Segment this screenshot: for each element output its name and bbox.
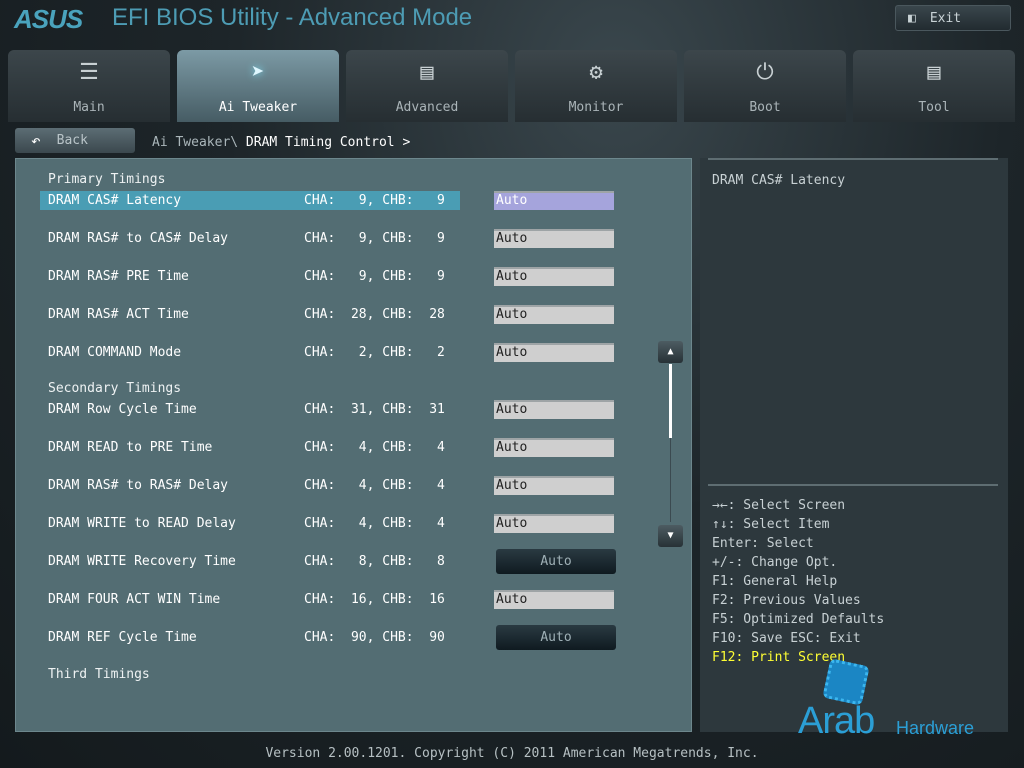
channel-values: CHA: 2, CHB: 2	[304, 343, 445, 362]
toolbox-icon: ▤	[853, 60, 1015, 90]
scroll-down-button[interactable]: ▼	[658, 525, 683, 547]
channel-values: CHA: 9, CHB: 9	[304, 191, 445, 210]
setting-input[interactable]: Auto	[494, 343, 614, 362]
key-hint: ↑↓: Select Item	[712, 515, 884, 534]
tab-label: Advanced	[346, 100, 508, 115]
channel-values: CHA: 9, CHB: 9	[304, 267, 445, 286]
setting-label: DRAM WRITE Recovery Time	[48, 554, 236, 569]
help-text: DRAM CAS# Latency	[712, 173, 845, 188]
power-icon: ⏻	[684, 60, 846, 90]
section-heading: Secondary Timings	[48, 381, 181, 396]
asus-logo: ASUS	[14, 4, 82, 35]
back-button[interactable]: ↶ Back	[15, 128, 135, 153]
setting-label: DRAM RAS# ACT Time	[48, 307, 189, 322]
key-hint: F5: Optimized Defaults	[712, 610, 884, 629]
setting-input[interactable]: Auto	[494, 476, 614, 495]
setting-button[interactable]: Auto	[496, 625, 616, 650]
section-heading: Third Timings	[48, 667, 150, 682]
tab-label: Tool	[853, 100, 1015, 115]
key-hint: F2: Previous Values	[712, 591, 884, 610]
setting-row[interactable]: DRAM RAS# to RAS# Delay CHA: 4, CHB: 4	[40, 476, 460, 495]
chip-icon	[822, 658, 869, 705]
setting-input[interactable]: Auto	[494, 590, 614, 609]
tab-label: Main	[8, 100, 170, 115]
back-label: Back	[57, 133, 88, 148]
setting-label: DRAM RAS# to CAS# Delay	[48, 231, 228, 246]
setting-input[interactable]: Auto	[494, 267, 614, 286]
back-arrow-icon: ↶	[31, 131, 41, 150]
setting-row[interactable]: DRAM RAS# ACT Time CHA: 28, CHB: 28	[40, 305, 460, 324]
setting-label: DRAM RAS# PRE Time	[48, 269, 189, 284]
setting-row[interactable]: DRAM REF Cycle Time CHA: 90, CHB: 90	[40, 628, 460, 647]
setting-row[interactable]: DRAM Row Cycle Time CHA: 31, CHB: 31	[40, 400, 460, 419]
section-heading: Primary Timings	[48, 172, 165, 187]
setting-row[interactable]: DRAM FOUR ACT WIN Time CHA: 16, CHB: 16	[40, 590, 460, 609]
window-title: EFI BIOS Utility - Advanced Mode	[112, 4, 472, 32]
setting-row[interactable]: DRAM RAS# to CAS# Delay CHA: 9, CHB: 9	[40, 229, 460, 248]
setting-label: DRAM REF Cycle Time	[48, 630, 197, 645]
channel-values: CHA: 8, CHB: 8	[304, 552, 445, 571]
tab-label: Boot	[684, 100, 846, 115]
setting-label: DRAM Row Cycle Time	[48, 402, 197, 417]
channel-values: CHA: 4, CHB: 4	[304, 438, 445, 457]
tab-tool[interactable]: ▤ Tool	[853, 50, 1015, 122]
breadcrumb-current: DRAM Timing Control >	[246, 135, 410, 150]
setting-label: DRAM CAS# Latency	[48, 193, 181, 208]
breadcrumb: Ai Tweaker\ DRAM Timing Control >	[152, 135, 410, 150]
key-legend: →←: Select Screen↑↓: Select ItemEnter: S…	[712, 496, 884, 667]
key-hint: →←: Select Screen	[712, 496, 884, 515]
setting-row[interactable]: DRAM COMMAND Mode CHA: 2, CHB: 2	[40, 343, 460, 362]
setting-row[interactable]: DRAM CAS# Latency CHA: 9, CHB: 9	[40, 191, 460, 210]
tab-ai-tweaker[interactable]: ➤ Ai Tweaker	[177, 50, 339, 122]
setting-input[interactable]: Auto	[494, 229, 614, 248]
exit-button[interactable]: ◧ Exit	[895, 5, 1011, 31]
scrollbar-track[interactable]	[670, 438, 671, 522]
setting-row[interactable]: DRAM READ to PRE Time CHA: 4, CHB: 4	[40, 438, 460, 457]
setting-button[interactable]: Auto	[496, 549, 616, 574]
tab-main[interactable]: ☰ Main	[8, 50, 170, 122]
channel-values: CHA: 90, CHB: 90	[304, 628, 445, 647]
setting-label: DRAM FOUR ACT WIN Time	[48, 592, 220, 607]
setting-input[interactable]: Auto	[494, 438, 614, 457]
setting-input[interactable]: Auto	[494, 191, 614, 210]
key-hint: Enter: Select	[712, 534, 884, 553]
setting-label: DRAM COMMAND Mode	[48, 345, 181, 360]
channel-values: CHA: 9, CHB: 9	[304, 229, 445, 248]
settings-info-icon: ▤	[346, 60, 508, 90]
channel-values: CHA: 16, CHB: 16	[304, 590, 445, 609]
channel-values: CHA: 28, CHB: 28	[304, 305, 445, 324]
tab-monitor[interactable]: ⚙ Monitor	[515, 50, 677, 122]
setting-row[interactable]: DRAM WRITE to READ Delay CHA: 4, CHB: 4	[40, 514, 460, 533]
footer-copyright: Version 2.00.1201. Copyright (C) 2011 Am…	[0, 746, 1024, 761]
setting-input[interactable]: Auto	[494, 400, 614, 419]
key-hint: +/-: Change Opt.	[712, 553, 884, 572]
setting-input[interactable]: Auto	[494, 305, 614, 324]
setting-input[interactable]: Auto	[494, 514, 614, 533]
channel-values: CHA: 31, CHB: 31	[304, 400, 445, 419]
exit-door-icon: ◧	[908, 11, 916, 26]
scrollbar-thumb[interactable]	[669, 364, 672, 438]
setting-row[interactable]: DRAM RAS# PRE Time CHA: 9, CHB: 9	[40, 267, 460, 286]
breadcrumb-parent[interactable]: Ai Tweaker\	[152, 135, 238, 150]
key-hint: F1: General Help	[712, 572, 884, 591]
scroll-up-button[interactable]: ▲	[658, 341, 683, 363]
setting-label: DRAM WRITE to READ Delay	[48, 516, 236, 531]
tab-label: Monitor	[515, 100, 677, 115]
setting-row[interactable]: DRAM WRITE Recovery Time CHA: 8, CHB: 8	[40, 552, 460, 571]
gauge-icon: ⚙	[515, 60, 677, 90]
tab-advanced[interactable]: ▤ Advanced	[346, 50, 508, 122]
list-icon: ☰	[8, 60, 170, 90]
key-hint: F10: Save ESC: Exit	[712, 629, 884, 648]
channel-values: CHA: 4, CHB: 4	[304, 514, 445, 533]
channel-values: CHA: 4, CHB: 4	[304, 476, 445, 495]
tab-boot[interactable]: ⏻ Boot	[684, 50, 846, 122]
tab-label: Ai Tweaker	[177, 100, 339, 115]
exit-label: Exit	[930, 11, 961, 26]
setting-label: DRAM RAS# to RAS# Delay	[48, 478, 228, 493]
rocket-icon: ➤	[177, 60, 339, 90]
setting-label: DRAM READ to PRE Time	[48, 440, 212, 455]
